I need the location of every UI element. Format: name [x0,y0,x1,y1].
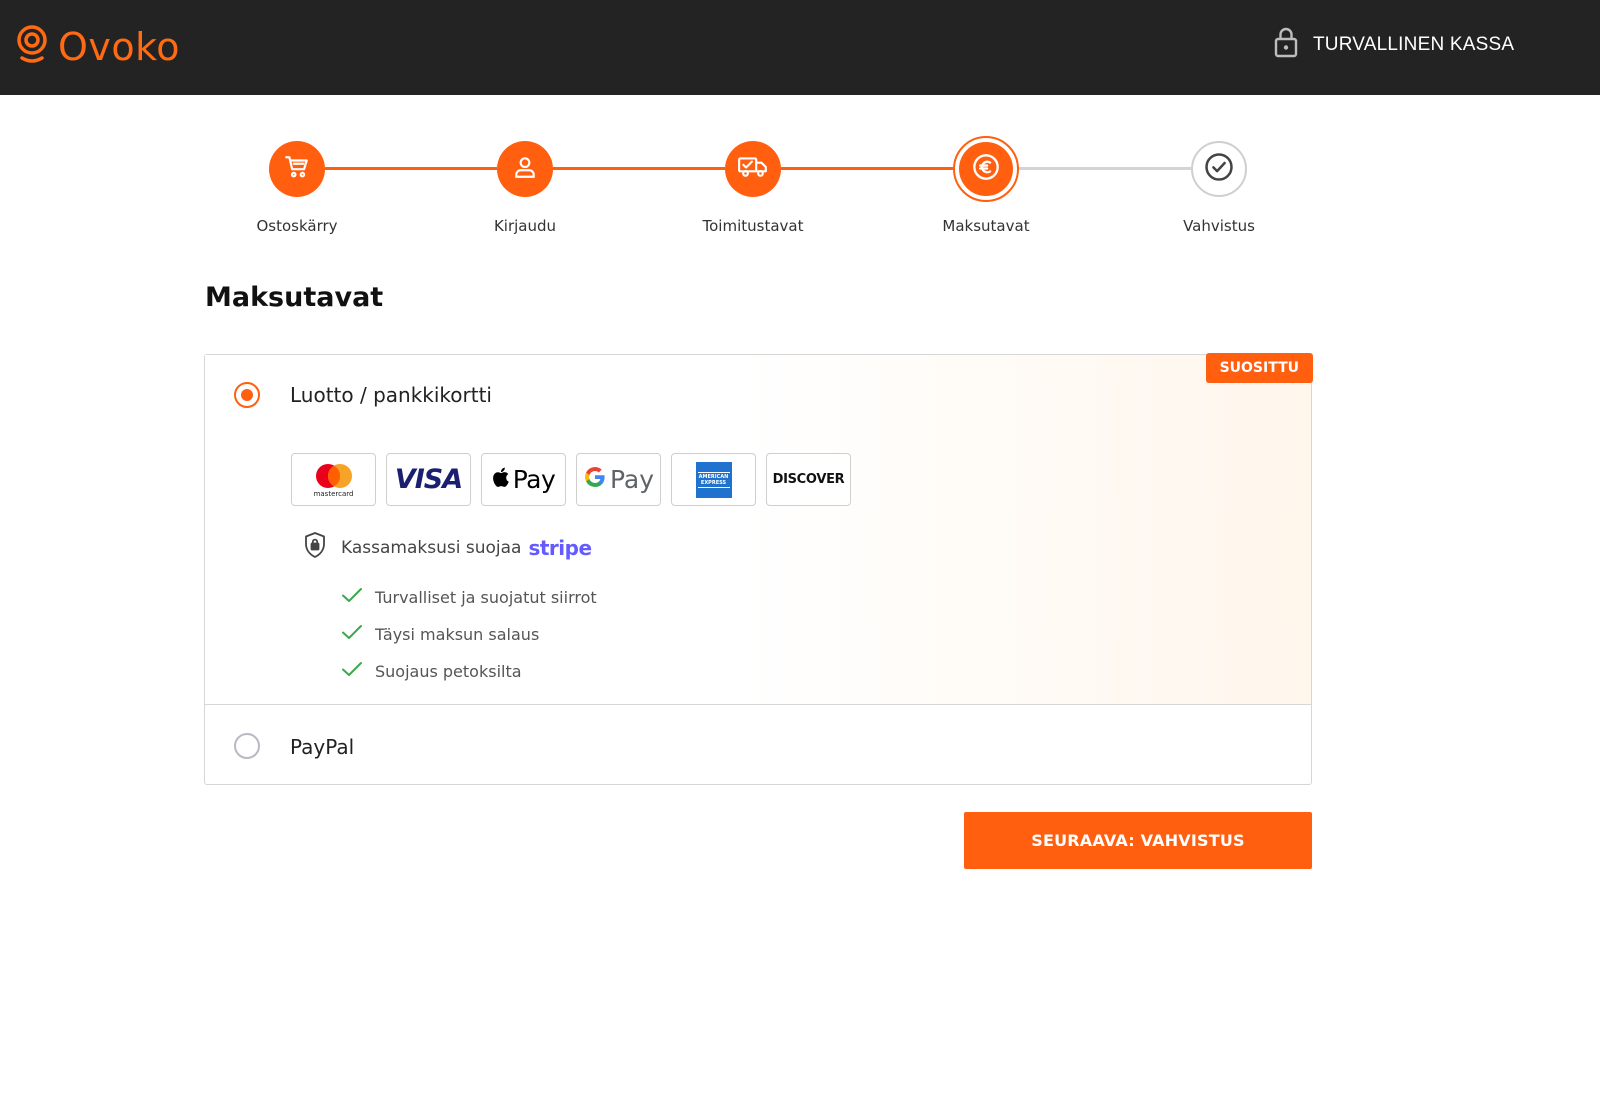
visa-logo: VISA [386,453,471,506]
feature-text: Täysi maksun salaus [375,625,540,644]
check-icon [341,623,363,646]
step-label: Ostoskärry [256,217,338,235]
feature-text: Turvalliset ja suojatut siirrot [375,588,597,607]
step-kirjaudu[interactable]: Kirjaudu [435,141,615,235]
ovoko-logo-icon [16,24,48,69]
payment-method-logos: mastercard VISA Pay Pay AMERICAN EXPRESS… [291,453,851,506]
stripe-protection: Kassamaksusi suojaa stripe [303,531,592,564]
apple-pay-text: Pay [512,465,556,494]
feature-item: Suojaus petoksilta [341,653,597,690]
step-ostoskarry[interactable]: Ostoskärry [207,141,387,235]
secure-checkout-label: TURVALLINEN KASSA [1313,33,1515,55]
mastercard-logo: mastercard [291,453,376,506]
stripe-protection-text: Kassamaksusi suojaa [341,537,522,558]
paypal-radio[interactable] [234,733,260,759]
padlock-icon [1273,26,1299,63]
american-express-logo: AMERICAN EXPRESS [671,453,756,506]
google-pay-logo: Pay [576,453,661,506]
google-g-icon [583,465,607,494]
brand-logo[interactable]: Ovoko [16,24,180,69]
brand-name: Ovoko [58,24,181,69]
security-features: Turvalliset ja suojatut siirrot Täysi ma… [341,579,597,690]
top-bar: Ovoko TURVALLINEN KASSA [0,0,1600,95]
step-vahvistus[interactable]: Vahvistus [1129,141,1309,235]
step-label: Maksutavat [942,217,1030,235]
feature-item: Täysi maksun salaus [341,616,597,653]
card-radio[interactable] [234,382,260,408]
apple-pay-logo: Pay [481,453,566,506]
step-maksutavat[interactable]: Maksutavat [896,136,1076,235]
feature-item: Turvalliset ja suojatut siirrot [341,579,597,616]
mastercard-text: mastercard [313,490,354,498]
google-pay-text: Pay [609,465,655,494]
check-icon [341,660,363,683]
page-title: Maksutavat [205,282,384,313]
cart-icon [284,154,310,185]
check-circle-icon [1204,152,1234,187]
step-toimitustavat[interactable]: Toimitustavat [663,141,843,235]
paypal-option[interactable]: PayPal [205,706,1311,784]
step-label: Kirjaudu [493,217,557,235]
check-icon [341,586,363,609]
euro-icon [972,153,1000,186]
payment-options: SUOSITTU Luotto / pankkikortti mastercar… [204,353,1313,785]
amex-text: AMERICAN EXPRESS [697,471,730,488]
user-icon [512,154,538,185]
secure-checkout: TURVALLINEN KASSA [1273,26,1514,63]
visa-text: VISA [394,464,463,495]
paypal-option-label: PayPal [290,735,355,759]
recommended-badge: SUOSITTU [1205,353,1313,383]
feature-text: Suojaus petoksilta [375,662,522,681]
discover-logo: DISCOVER [766,453,851,506]
card-option-label: Luotto / pankkikortti [290,383,492,407]
next-confirmation-button[interactable]: SEURAAVA: VAHVISTUS [964,812,1312,869]
discover-text: DISCOVER [772,472,845,487]
truck-icon [737,154,769,185]
step-label: Toimitustavat [702,217,804,235]
card-option[interactable]: SUOSITTU Luotto / pankkikortti mastercar… [205,353,1313,705]
apple-icon [492,465,512,494]
stripe-logo: stripe [528,535,592,560]
shield-lock-icon [303,531,327,564]
step-label: Vahvistus [1183,217,1255,235]
